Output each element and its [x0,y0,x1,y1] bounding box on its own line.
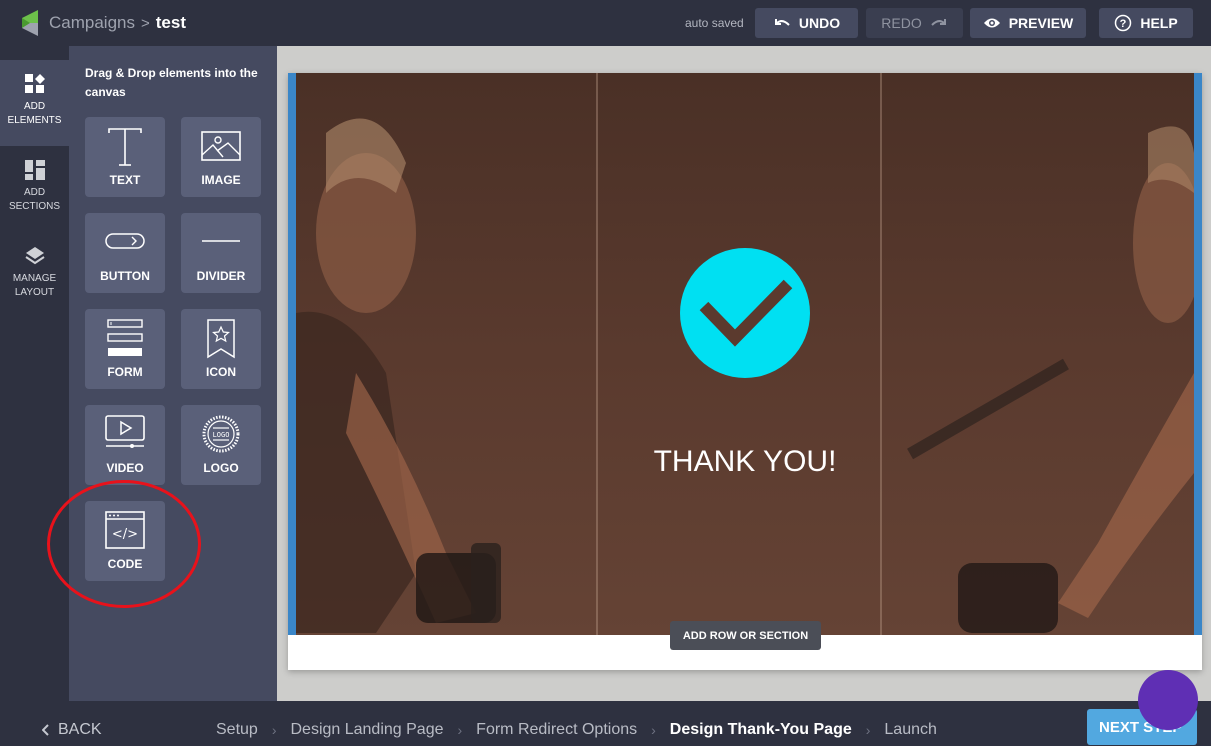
element-tile-image[interactable]: IMAGE [181,117,261,197]
chevron-right-icon: › [271,722,277,738]
tile-label: TEXT [109,173,141,187]
breadcrumb-campaigns-link[interactable]: Campaigns [49,13,135,32]
redo-button[interactable]: REDO [866,8,963,38]
bottom-bar: BACK Setup › Design Landing Page › Form … [0,701,1211,746]
canvas-area: THANK YOU! ADD ROW OR SECTION [277,46,1211,701]
chevron-right-icon: › [457,722,463,738]
svg-text:?: ? [1120,18,1127,30]
thank-you-heading[interactable]: THANK YOU! [288,445,1202,479]
mirror-divider [596,73,598,635]
panel-title: Drag & Drop elements into the canvas [85,66,258,99]
undo-icon [774,19,790,26]
rail-item-add-sections[interactable]: ADD SECTIONS [0,146,69,232]
button-icon [105,233,145,249]
undo-label: UNDO [798,15,841,31]
text-icon [108,128,142,166]
breadcrumb: Campaigns > test [49,13,186,33]
element-tile-button[interactable]: BUTTON [85,213,165,293]
checkmark-icon [699,279,793,347]
preview-label: PREVIEW [1008,15,1074,31]
chat-widget-button[interactable] [1138,670,1198,730]
rail-item-label-line2: SECTIONS [8,201,61,212]
rail-item-label-line2: LAYOUT [14,287,55,298]
tile-label: IMAGE [201,173,241,187]
thank-you-page-canvas: THANK YOU! ADD ROW OR SECTION [288,73,1202,670]
help-button[interactable]: ? HELP [1099,8,1193,38]
rail-item-manage-layout[interactable]: MANAGE LAYOUT [0,232,69,318]
background-figure-right [907,126,1194,633]
left-rail: ADD ELEMENTS ADD SECTIONS MANAGE LAYOUT [0,46,69,701]
breadcrumb-separator: > [141,15,150,32]
code-icon: </> [105,511,145,549]
element-tile-code[interactable]: </> CODE [85,501,165,581]
rail-item-label-line1: ADD [23,187,46,198]
chevron-right-icon: › [651,722,656,738]
step-progress: Setup › Design Landing Page › Form Redir… [216,721,937,739]
add-row-or-section-button[interactable]: ADD ROW OR SECTION [670,621,821,650]
step-setup[interactable]: Setup [216,721,258,739]
element-tile-form[interactable]: FORM [85,309,165,389]
rail-item-label-line1: ADD [23,101,46,112]
bookmark-star-icon [207,319,235,359]
redo-icon [931,19,946,26]
step-design-thank-you-page[interactable]: Design Thank-You Page [670,721,852,739]
tile-label: FORM [107,365,143,379]
tile-label: LOGO [203,461,239,475]
app-logo-icon[interactable] [22,10,38,36]
layers-icon [24,247,45,265]
tile-label: ICON [206,365,236,379]
logo-badge-text: LOGO [213,431,230,439]
element-tile-icon[interactable]: ICON [181,309,261,389]
tile-label: CODE [107,557,143,571]
element-tile-logo[interactable]: LOGO LOGO [181,405,261,485]
undo-button[interactable]: UNDO [755,8,858,38]
code-glyph: </> [112,527,138,542]
chevron-left-icon [42,724,49,736]
video-icon [105,415,145,448]
rail-item-label-line1: MANAGE [12,273,57,284]
step-design-landing-page[interactable]: Design Landing Page [290,721,443,739]
step-form-redirect-options[interactable]: Form Redirect Options [476,721,637,739]
element-tile-text[interactable]: TEXT [85,117,165,197]
tile-label: DIVIDER [196,269,246,283]
hero-section[interactable]: THANK YOU! [288,73,1202,635]
chevron-right-icon: › [865,722,871,738]
step-launch[interactable]: Launch [884,721,937,739]
back-button[interactable]: BACK [42,721,102,739]
autosave-status: auto saved [685,16,744,30]
tile-label: BUTTON [100,269,150,283]
elements-panel: Drag & Drop elements into the canvas TEX… [69,46,277,701]
redo-label: REDO [881,15,922,31]
form-icon [107,319,143,356]
top-bar: Campaigns > test auto saved UNDO REDO PREV… [0,0,1211,46]
background-figure-left [296,118,501,633]
rail-item-add-elements[interactable]: ADD ELEMENTS [0,60,69,146]
checkmark-circle-icon[interactable] [680,248,810,378]
image-icon [201,131,241,161]
help-label: HELP [1140,15,1178,31]
eye-icon [983,18,1000,28]
back-label: BACK [58,721,102,738]
help-icon: ? [1115,14,1132,32]
element-tile-divider[interactable]: DIVIDER [181,213,261,293]
selection-edge-left [288,73,296,635]
logo-badge-icon: LOGO [202,415,240,453]
tile-label: VIDEO [106,461,144,475]
preview-button[interactable]: PREVIEW [970,8,1086,38]
add-elements-icon [24,74,45,93]
divider-icon [202,240,240,242]
rail-item-label-line2: ELEMENTS [7,115,62,126]
selection-edge-right [1194,73,1202,635]
mirror-divider [880,73,882,635]
breadcrumb-current: test [155,13,186,32]
element-tile-video[interactable]: VIDEO [85,405,165,485]
add-sections-icon [24,160,45,180]
